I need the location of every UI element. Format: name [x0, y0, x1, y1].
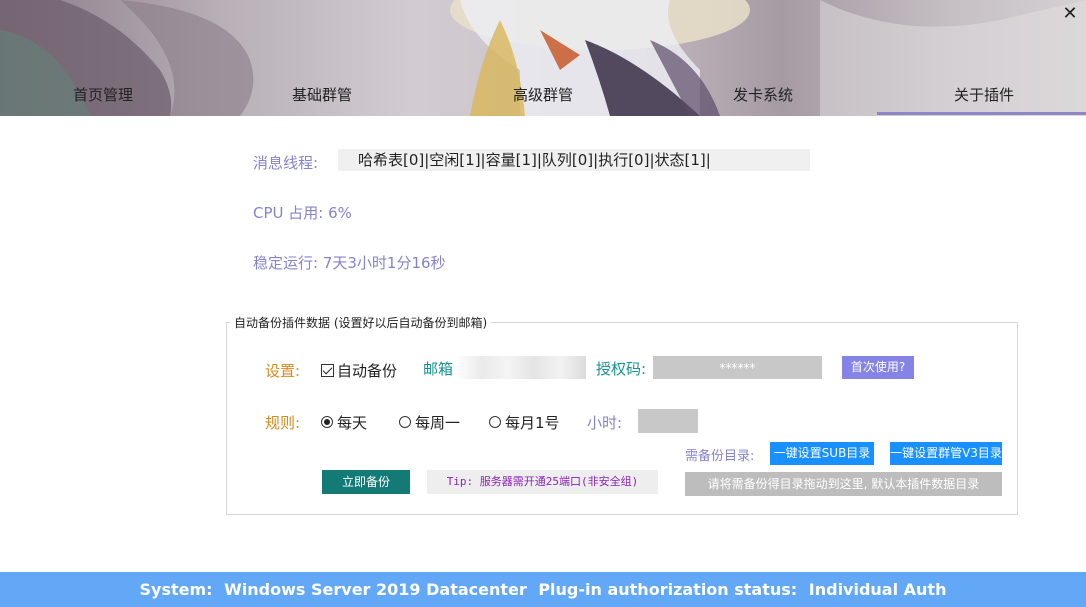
checkbox-checked-icon[interactable] — [321, 364, 334, 377]
radio-icon[interactable] — [399, 416, 411, 428]
message-thread-label: 消息线程: — [253, 154, 319, 172]
auth-status-value: Individual Auth — [808, 580, 947, 599]
backup-now-button[interactable]: 立即备份 — [322, 470, 410, 494]
tab-card-system[interactable]: 发卡系统 — [733, 84, 793, 112]
first-use-button[interactable]: 首次使用? — [842, 356, 914, 379]
hour-input[interactable] — [638, 409, 698, 433]
message-thread-value: 哈希表[0]|空闲[1]|容量[1]|队列[0]|执行[0]|状态[1]| — [338, 149, 810, 171]
header-banner: ✕ 首页管理 基础群管 高级群管 发卡系统 关于插件 — [0, 0, 1086, 116]
cpu-usage-text: CPU 占用: 6% — [253, 204, 352, 222]
tab-advanced-group-management[interactable]: 高级群管 — [513, 84, 573, 112]
hour-label: 小时: — [587, 414, 623, 432]
radio-weekly-label: 每周一 — [415, 414, 461, 432]
radio-icon[interactable] — [321, 416, 333, 428]
uptime-text: 稳定运行: 7天3小时1分16秒 — [253, 254, 446, 272]
radio-monthly-label: 每月1号 — [505, 414, 560, 432]
system-label: System: — [139, 580, 213, 599]
auth-code-input[interactable] — [653, 356, 822, 379]
rule-label: 规则: — [265, 414, 301, 432]
auth-status-label: Plug-in authorization status: — [538, 580, 798, 599]
status-footer: System: Windows Server 2019 Datacenter P… — [0, 572, 1086, 607]
settings-label: 设置: — [265, 362, 301, 380]
auto-backup-checkbox[interactable]: 自动备份 — [321, 360, 397, 381]
auto-backup-label: 自动备份 — [337, 362, 398, 380]
active-tab-indicator — [877, 112, 1086, 115]
email-label: 邮箱 — [423, 360, 454, 378]
port-tip: Tip: 服务器需开通25端口(非安全组) — [427, 470, 658, 494]
email-input[interactable] — [456, 356, 586, 379]
tab-basic-group-management[interactable]: 基础群管 — [292, 84, 352, 112]
radio-daily[interactable]: 每天 — [321, 412, 367, 433]
radio-weekly[interactable]: 每周一 — [399, 412, 460, 433]
radio-icon[interactable] — [489, 416, 501, 428]
tab-about-plugin[interactable]: 关于插件 — [954, 84, 1014, 112]
backup-directory-label: 需备份目录: — [685, 449, 755, 464]
backup-group-title: 自动备份插件数据 (设置好以后自动备份到邮箱) — [230, 314, 492, 331]
close-icon[interactable]: ✕ — [1060, 4, 1080, 24]
directory-drop-zone[interactable]: 请将需备份得目录拖动到这里, 默认本插件数据目录 — [685, 472, 1002, 496]
radio-monthly[interactable]: 每月1号 — [489, 412, 560, 433]
set-sub-directory-button[interactable]: 一键设置SUB目录 — [770, 442, 874, 465]
set-v3-directory-button[interactable]: 一键设置群管V3目录 — [890, 442, 1002, 465]
tab-home-management[interactable]: 首页管理 — [73, 84, 133, 112]
radio-daily-label: 每天 — [337, 414, 368, 432]
auth-code-label: 授权码: — [596, 360, 647, 378]
system-value: Windows Server 2019 Datacenter — [224, 580, 527, 599]
